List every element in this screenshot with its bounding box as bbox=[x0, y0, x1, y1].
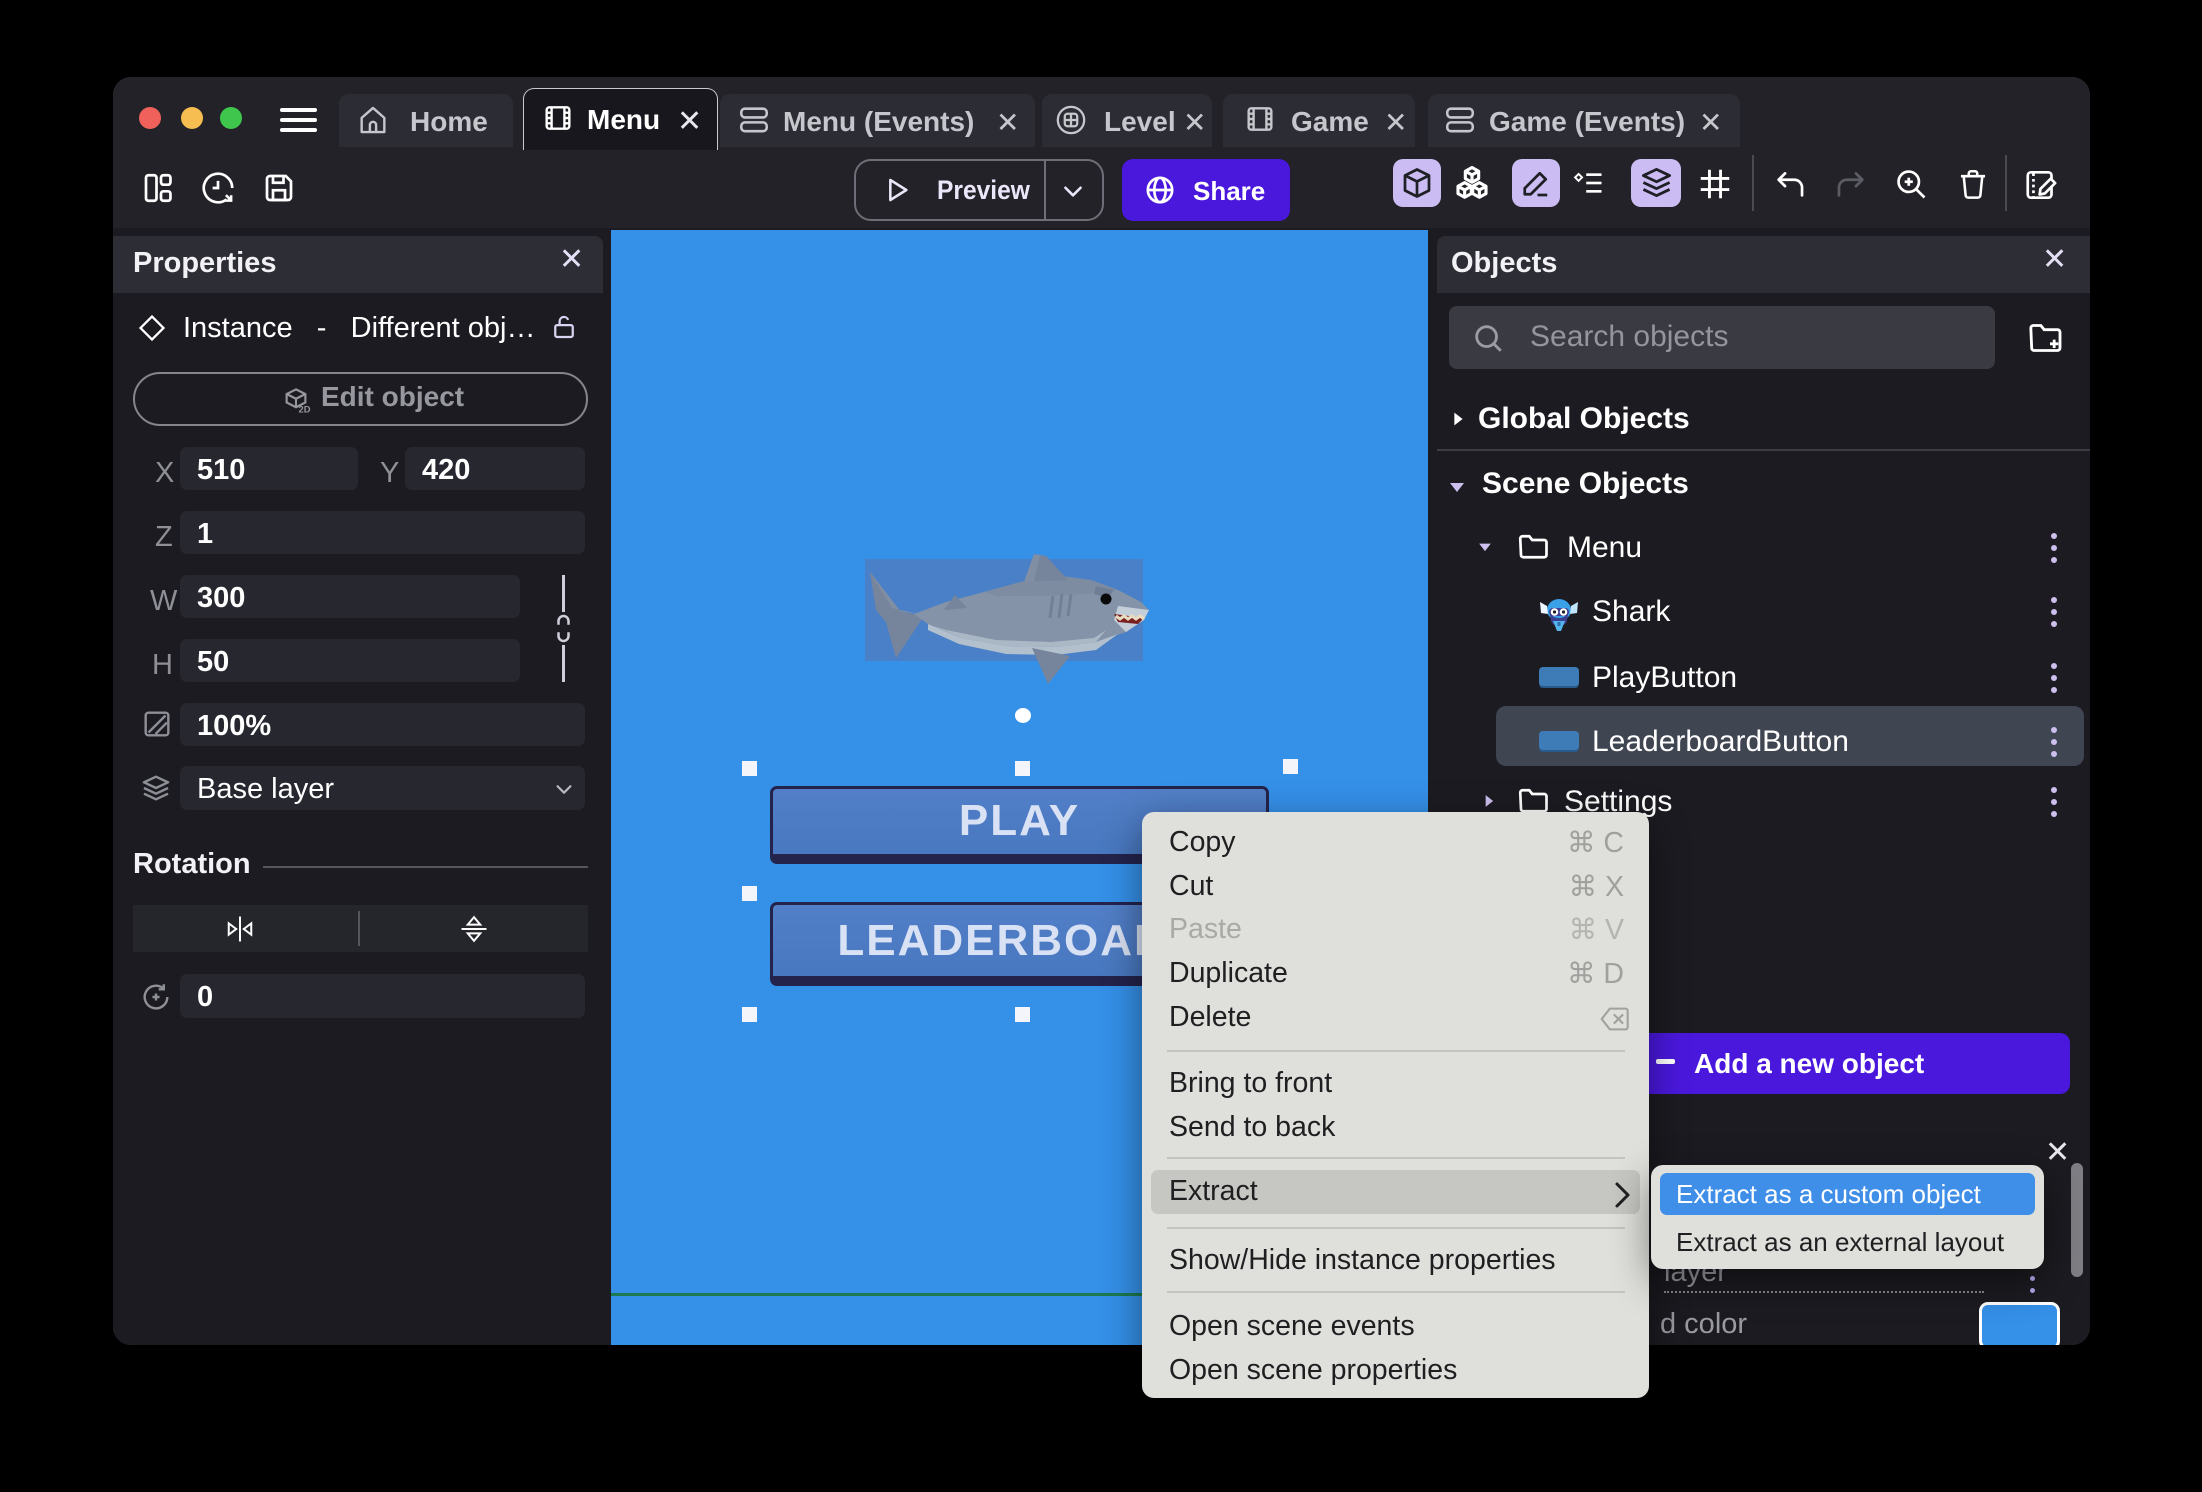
svg-text:2D: 2D bbox=[299, 405, 311, 415]
